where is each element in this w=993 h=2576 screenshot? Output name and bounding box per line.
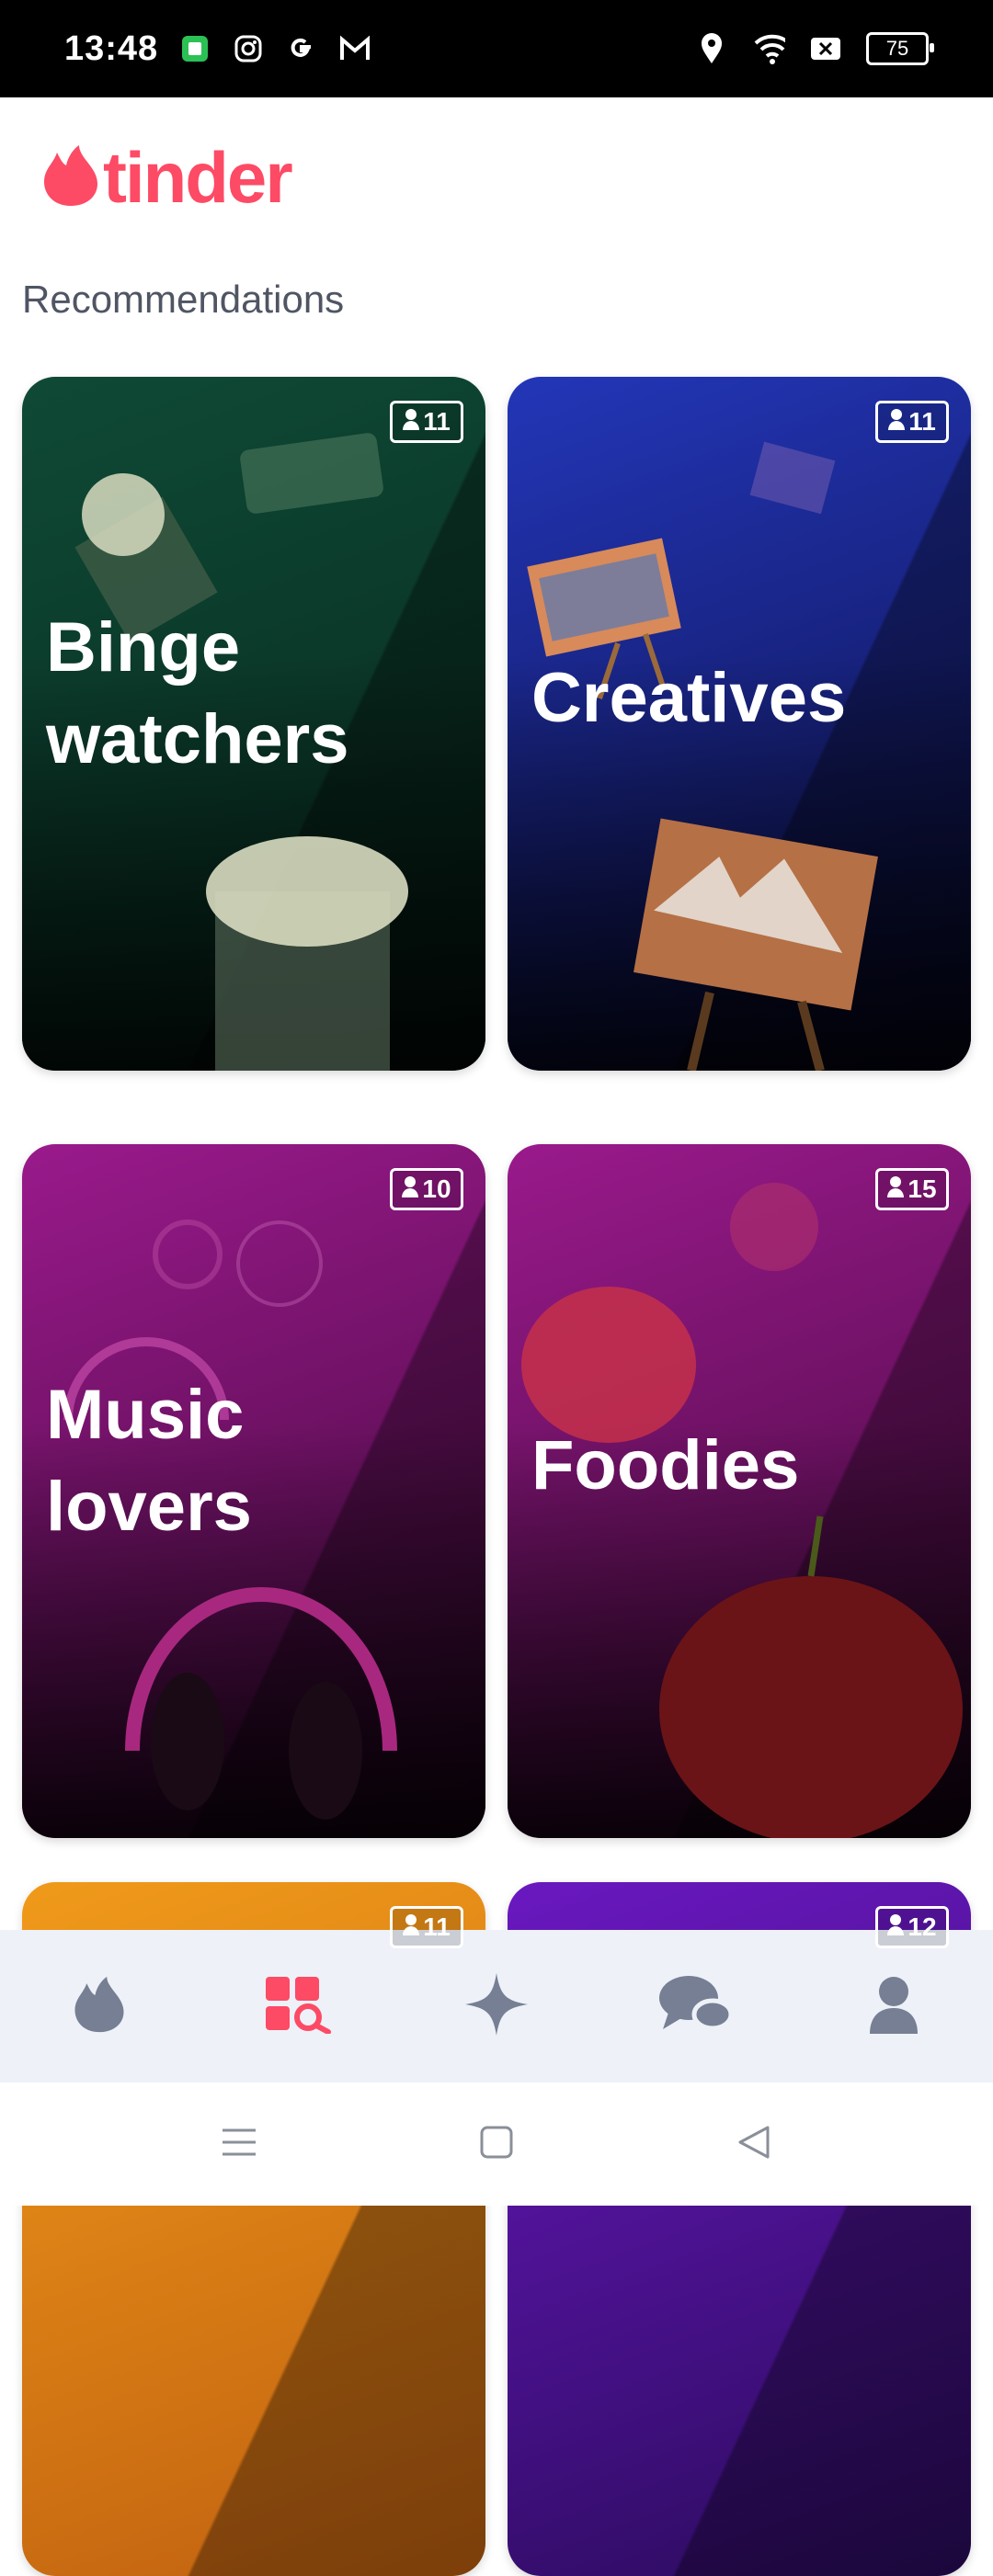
app-header: tinder xyxy=(0,97,993,254)
sparkle-icon xyxy=(463,1971,530,2042)
person-icon xyxy=(403,1912,420,1942)
person-icon xyxy=(888,407,906,437)
nav-swipe[interactable] xyxy=(44,1951,154,2061)
logo-text: tinder xyxy=(103,137,293,218)
menu-button[interactable] xyxy=(202,2107,276,2181)
flame-icon xyxy=(73,1975,126,2038)
chat-icon xyxy=(657,1972,734,2041)
nav-gold[interactable] xyxy=(441,1951,552,2061)
member-count: 11 xyxy=(423,1912,451,1941)
mute-icon xyxy=(809,32,842,65)
system-nav xyxy=(0,2082,993,2206)
card-binge-watchers[interactable]: 11 Binge watchers xyxy=(22,377,485,1071)
member-count-badge: 10 xyxy=(390,1168,463,1210)
member-count: 10 xyxy=(422,1175,451,1203)
back-button[interactable] xyxy=(717,2107,791,2181)
section-title: Recommendations xyxy=(22,278,345,321)
google-icon xyxy=(285,32,318,65)
member-count: 15 xyxy=(907,1175,937,1203)
bottom-nav xyxy=(0,1930,993,2082)
home-icon xyxy=(479,2125,514,2164)
status-bar: 13:48 75 xyxy=(0,0,993,97)
person-icon xyxy=(402,1175,419,1204)
card-creatives[interactable]: 11 Creatives xyxy=(508,377,971,1071)
profile-icon xyxy=(868,1975,919,2038)
member-count: 11 xyxy=(908,407,936,436)
nav-explore[interactable] xyxy=(243,1951,353,2061)
back-icon xyxy=(736,2125,771,2164)
sim-icon xyxy=(178,32,211,65)
nav-profile[interactable] xyxy=(839,1951,949,2061)
explore-icon xyxy=(264,1975,332,2038)
battery-icon: 75 xyxy=(866,32,934,65)
nav-messages[interactable] xyxy=(640,1951,750,2061)
home-button[interactable] xyxy=(460,2107,533,2181)
gmail-icon xyxy=(338,32,371,65)
member-count-badge: 11 xyxy=(390,401,463,443)
menu-icon xyxy=(221,2127,257,2162)
card-title: Creatives xyxy=(531,659,847,737)
member-count: 11 xyxy=(423,407,451,436)
battery-level: 75 xyxy=(885,37,909,60)
member-count: 12 xyxy=(907,1912,937,1941)
person-icon xyxy=(403,407,420,437)
card-foodies[interactable]: 15 Foodies xyxy=(508,1144,971,1838)
card-title: Music lovers xyxy=(46,1376,252,1546)
card-title: Foodies xyxy=(531,1426,800,1504)
member-count-badge: 12 xyxy=(875,1906,949,1948)
member-count-badge: 11 xyxy=(390,1906,463,1948)
person-icon xyxy=(887,1912,905,1942)
member-count-badge: 11 xyxy=(875,401,949,443)
member-count-badge: 15 xyxy=(875,1168,949,1210)
person-icon xyxy=(887,1175,905,1204)
clock: 13:48 xyxy=(64,28,159,68)
wifi-icon xyxy=(752,32,785,65)
card-music-lovers[interactable]: 10 Music lovers xyxy=(22,1144,485,1838)
card-title: Binge watchers xyxy=(46,608,349,778)
instagram-icon xyxy=(232,32,265,65)
location-icon xyxy=(695,32,728,65)
flame-logo-icon xyxy=(42,143,99,212)
tinder-logo[interactable]: tinder xyxy=(42,136,293,220)
